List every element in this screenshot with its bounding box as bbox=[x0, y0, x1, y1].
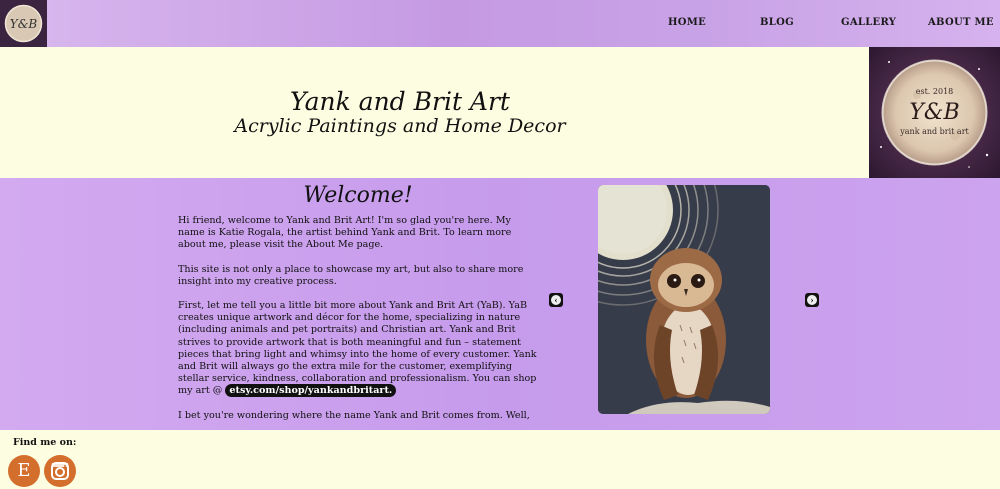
paragraph-2: This site is not only a place to showcas… bbox=[178, 263, 524, 287]
footer: Find me on: E bbox=[0, 430, 1000, 489]
nav-blog[interactable]: BLOG bbox=[760, 17, 794, 28]
instagram-social-button[interactable] bbox=[44, 455, 76, 487]
logo-est: est. 2018 bbox=[916, 87, 954, 96]
site-title: Yank and Brit Art bbox=[290, 87, 510, 116]
paragraph-1: Hi friend, welcome to Yank and Brit Art!… bbox=[178, 215, 512, 251]
intro-text[interactable]: Hi friend, welcome to Yank and Brit Art!… bbox=[178, 215, 540, 430]
etsy-social-button[interactable]: E bbox=[8, 455, 40, 487]
carousel-owl-image[interactable] bbox=[598, 185, 770, 414]
header-band: Yank and Brit Art Acrylic Paintings and … bbox=[0, 47, 1000, 178]
logo-caption: yank and brit art bbox=[899, 127, 969, 136]
etsy-icon: E bbox=[17, 460, 31, 481]
logo-monogram: Y&B bbox=[909, 100, 959, 125]
carousel-next-button[interactable]: › bbox=[805, 293, 819, 307]
top-nav: Y&B HOME BLOG GALLERY ABOUT ME bbox=[0, 0, 1000, 47]
paragraph-4: I bet you're wondering where the name Ya… bbox=[178, 409, 530, 421]
instagram-icon bbox=[51, 462, 69, 480]
nav-logo-text: Y&B bbox=[10, 17, 38, 31]
welcome-heading: Welcome! bbox=[303, 183, 413, 208]
nav-home[interactable]: HOME bbox=[668, 17, 706, 28]
paragraph-3: First, let me tell you a little bit more… bbox=[178, 300, 540, 398]
paragraph-3-text: First, let me tell you a little bit more… bbox=[178, 300, 537, 397]
nav-gallery[interactable]: GALLERY bbox=[841, 17, 896, 28]
find-me-label: Find me on: bbox=[13, 437, 77, 448]
chevron-right-icon: › bbox=[807, 295, 817, 305]
header-logo: est. 2018 Y&B yank and brit art bbox=[869, 47, 1000, 178]
chevron-left-icon: ‹ bbox=[551, 295, 561, 305]
nav-about-me[interactable]: ABOUT ME bbox=[928, 17, 994, 28]
site-subtitle: Acrylic Paintings and Home Decor bbox=[234, 115, 566, 137]
etsy-shop-link[interactable]: etsy.com/shop/yankandbritart. bbox=[225, 384, 397, 398]
carousel-prev-button[interactable]: ‹ bbox=[549, 293, 563, 307]
main-content: Welcome! Hi friend, welcome to Yank and … bbox=[0, 178, 1000, 430]
nav-logo[interactable]: Y&B bbox=[0, 0, 47, 47]
